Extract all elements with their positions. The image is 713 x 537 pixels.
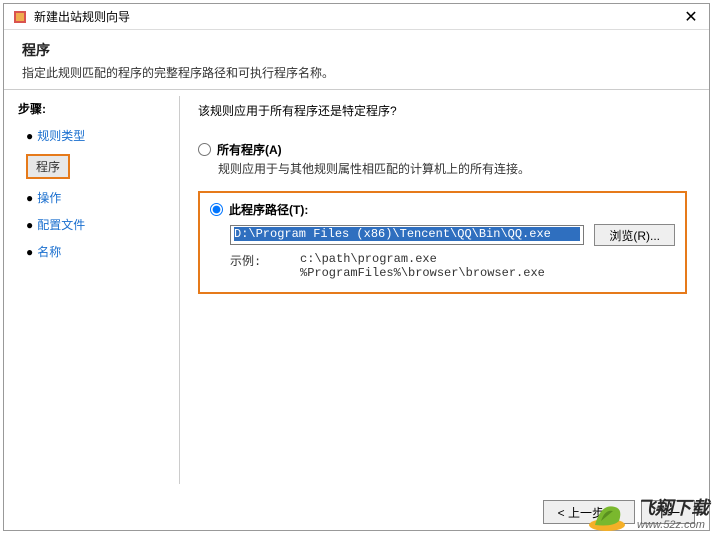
example-row: 示例: c:\path\program.exe %ProgramFiles%\b… bbox=[230, 252, 675, 280]
step-label: 配置文件 bbox=[37, 216, 85, 233]
step-profile[interactable]: ● 配置文件 bbox=[18, 212, 171, 237]
step-program[interactable]: 程序 bbox=[18, 150, 171, 183]
bullet-icon: ● bbox=[26, 218, 33, 232]
browse-button[interactable]: 浏览(R)... bbox=[594, 224, 675, 246]
example-paths: c:\path\program.exe %ProgramFiles%\brows… bbox=[300, 252, 545, 280]
steps-sidebar: 步骤: ● 规则类型 程序 ● 操作 ● 配置文件 ● 名称 bbox=[4, 90, 179, 490]
step-action[interactable]: ● 操作 bbox=[18, 185, 171, 210]
bullet-icon: ● bbox=[26, 245, 33, 259]
example-label: 示例: bbox=[230, 252, 300, 280]
wizard-content: 该规则应用于所有程序还是特定程序? 所有程序(A) 规则应用于与其他规则属性相匹… bbox=[180, 90, 709, 490]
close-icon[interactable]: ✕ bbox=[681, 7, 701, 27]
bullet-icon: ● bbox=[26, 129, 33, 143]
radio-all-programs[interactable] bbox=[198, 143, 211, 156]
step-label-current: 程序 bbox=[26, 154, 70, 179]
radio-all-programs-row[interactable]: 所有程序(A) bbox=[198, 141, 687, 158]
wizard-window: 新建出站规则向导 ✕ 程序 指定此规则匹配的程序的完整程序路径和可执行程序名称。… bbox=[3, 3, 710, 531]
steps-label: 步骤: bbox=[18, 100, 171, 117]
content-question: 该规则应用于所有程序还是特定程序? bbox=[198, 102, 687, 119]
option-all-programs: 所有程序(A) 规则应用于与其他规则属性相匹配的计算机上的所有连接。 bbox=[198, 141, 687, 177]
wizard-header: 程序 指定此规则匹配的程序的完整程序路径和可执行程序名称。 bbox=[4, 30, 709, 89]
path-input-row: D:\Program Files (x86)\Tencent\QQ\Bin\QQ… bbox=[230, 224, 675, 246]
radio-all-label: 所有程序(A) bbox=[217, 141, 282, 158]
bullet-icon: ● bbox=[26, 191, 33, 205]
page-title: 程序 bbox=[22, 40, 691, 60]
window-title: 新建出站规则向导 bbox=[34, 8, 681, 25]
wizard-footer: < 上一步(B) 下一 bbox=[543, 500, 695, 524]
option-all-desc: 规则应用于与其他规则属性相匹配的计算机上的所有连接。 bbox=[218, 160, 687, 177]
step-label: 规则类型 bbox=[37, 127, 85, 144]
step-name[interactable]: ● 名称 bbox=[18, 239, 171, 264]
back-button[interactable]: < 上一步(B) bbox=[543, 500, 635, 524]
program-path-input[interactable]: D:\Program Files (x86)\Tencent\QQ\Bin\QQ… bbox=[230, 225, 584, 245]
radio-path-label: 此程序路径(T): bbox=[229, 201, 308, 218]
radio-program-path-row[interactable]: 此程序路径(T): bbox=[210, 201, 675, 218]
page-description: 指定此规则匹配的程序的完整程序路径和可执行程序名称。 bbox=[22, 64, 691, 81]
step-rule-type[interactable]: ● 规则类型 bbox=[18, 123, 171, 148]
program-path-value: D:\Program Files (x86)\Tencent\QQ\Bin\QQ… bbox=[234, 227, 580, 241]
step-label: 名称 bbox=[37, 243, 61, 260]
titlebar: 新建出站规则向导 ✕ bbox=[4, 4, 709, 30]
next-button[interactable]: 下一 bbox=[641, 500, 695, 524]
wizard-body: 步骤: ● 规则类型 程序 ● 操作 ● 配置文件 ● 名称 该规则应 bbox=[4, 90, 709, 490]
app-icon bbox=[12, 9, 28, 25]
option-program-path-box: 此程序路径(T): D:\Program Files (x86)\Tencent… bbox=[198, 191, 687, 294]
step-label: 操作 bbox=[37, 189, 61, 206]
radio-program-path[interactable] bbox=[210, 203, 223, 216]
